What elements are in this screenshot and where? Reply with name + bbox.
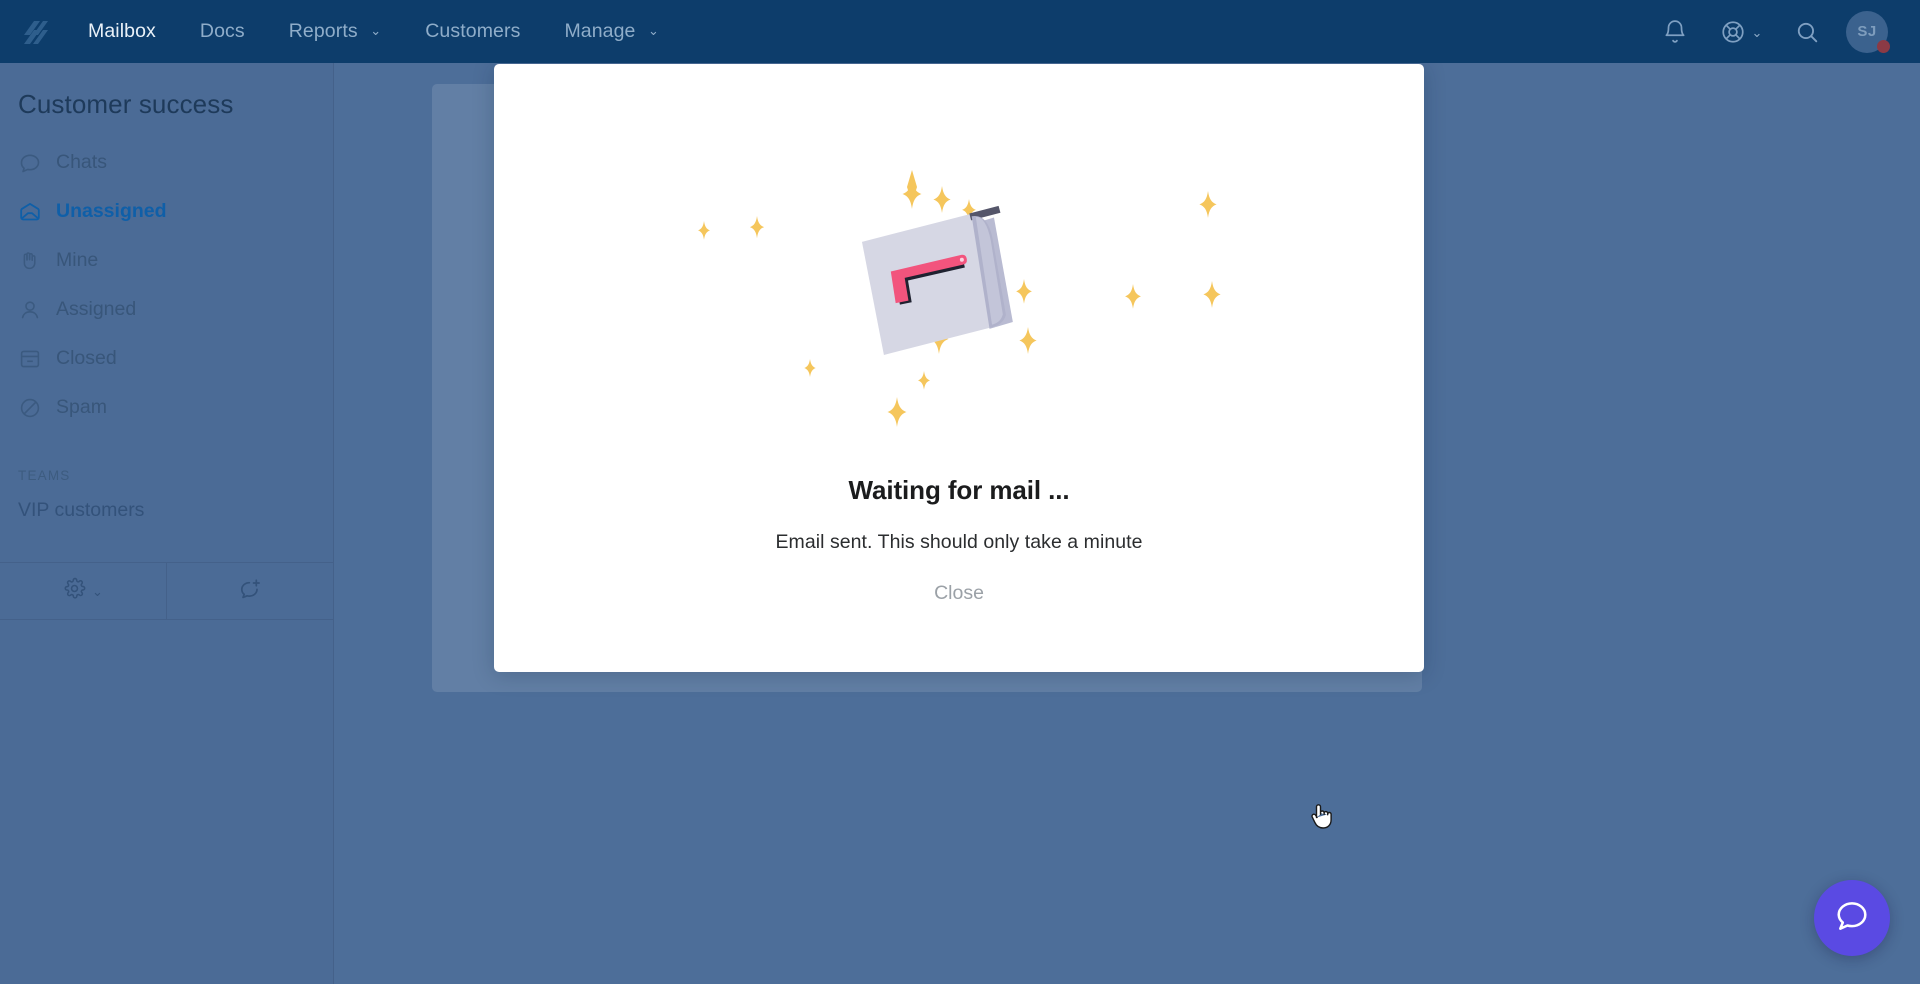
page-title: Customer success [18,89,234,119]
person-icon [18,298,56,322]
block-circle-icon [18,396,56,420]
primary-nav-items: Mailbox Docs Reports ⌄ Customers Manage … [66,0,681,63]
nav-item-label: Docs [199,20,245,42]
top-navigation-bar: Mailbox Docs Reports ⌄ Customers Manage … [0,0,1920,63]
open-envelope-icon [18,200,56,224]
sidebar-item-closed[interactable]: Closed [0,334,333,383]
avatar[interactable]: SJ [1836,0,1898,63]
sidebar-item-assigned[interactable]: Assigned [0,285,333,334]
nav-item-label: Mailbox [88,20,156,42]
sidebar-item-spam[interactable]: Spam [0,383,333,432]
nav-item-customers[interactable]: Customers [403,0,542,63]
chat-bubble-icon [18,151,56,175]
close-button[interactable]: Close [934,582,984,605]
chevron-down-icon: ⌄ [1751,24,1763,40]
chevron-down-icon: ⌄ [648,23,660,38]
nav-item-label: Customers [425,20,521,42]
app-root: Mailbox Docs Reports ⌄ Customers Manage … [0,0,1920,984]
nav-right-actions: ⌄ SJ [1646,0,1920,63]
helpscout-logo-icon[interactable] [0,0,66,63]
chat-beacon-button[interactable] [1814,880,1890,956]
chat-beacon-icon [1833,897,1871,940]
sidebar-footer: ⌄ [0,562,333,620]
sidebar-team-label: VIP customers [18,499,145,522]
sidebar-item-label: Closed [56,346,117,369]
waiting-for-mail-modal: Waiting for mail ... Email sent. This sh… [494,64,1424,672]
chevron-down-icon: ⌄ [92,584,103,599]
nav-item-label: Reports [288,20,358,42]
sidebar-item-label: Mine [56,248,99,271]
chevron-down-icon: ⌄ [370,23,382,38]
mailbox-with-sparkles-illustration [679,169,1239,459]
sidebar-item-label: Assigned [56,297,137,320]
nav-item-reports[interactable]: Reports ⌄ [267,0,404,63]
sidebar-section-teams: TEAMS [18,468,71,483]
avatar-status-badge [1877,40,1890,53]
nav-item-manage[interactable]: Manage ⌄ [542,0,681,63]
raised-hand-icon [18,249,56,273]
nav-item-label: Manage [564,20,636,42]
new-conversation-icon [238,577,262,606]
sidebar-item-label: Spam [56,395,107,418]
help-lifebuoy-icon[interactable]: ⌄ [1704,0,1778,63]
modal-subtitle: Email sent. This should only take a minu… [775,531,1143,553]
sidebar-settings-button[interactable]: ⌄ [0,563,167,619]
nav-item-mailbox[interactable]: Mailbox [66,0,178,63]
archive-box-icon [18,347,56,371]
nav-item-docs[interactable]: Docs [178,0,267,63]
sidebar: Customer success Chats Unassigned Mine A… [0,63,334,984]
sidebar-item-chats[interactable]: Chats [0,138,333,187]
sidebar-item-vip-customers[interactable]: VIP customers [0,489,333,533]
sidebar-item-label: Unassigned [56,199,167,222]
pointer-hand-cursor [1308,800,1334,832]
modal-title: Waiting for mail ... [848,475,1070,505]
sidebar-item-unassigned[interactable]: Unassigned [0,187,333,236]
new-conversation-button[interactable] [167,563,333,619]
sidebar-folder-list: Chats Unassigned Mine Assigned Closed Sp… [0,136,333,432]
search-icon[interactable] [1778,0,1836,63]
sidebar-item-mine[interactable]: Mine [0,236,333,285]
gear-icon [63,577,86,605]
sidebar-item-label: Chats [56,150,107,173]
notifications-bell-icon[interactable] [1646,0,1704,63]
